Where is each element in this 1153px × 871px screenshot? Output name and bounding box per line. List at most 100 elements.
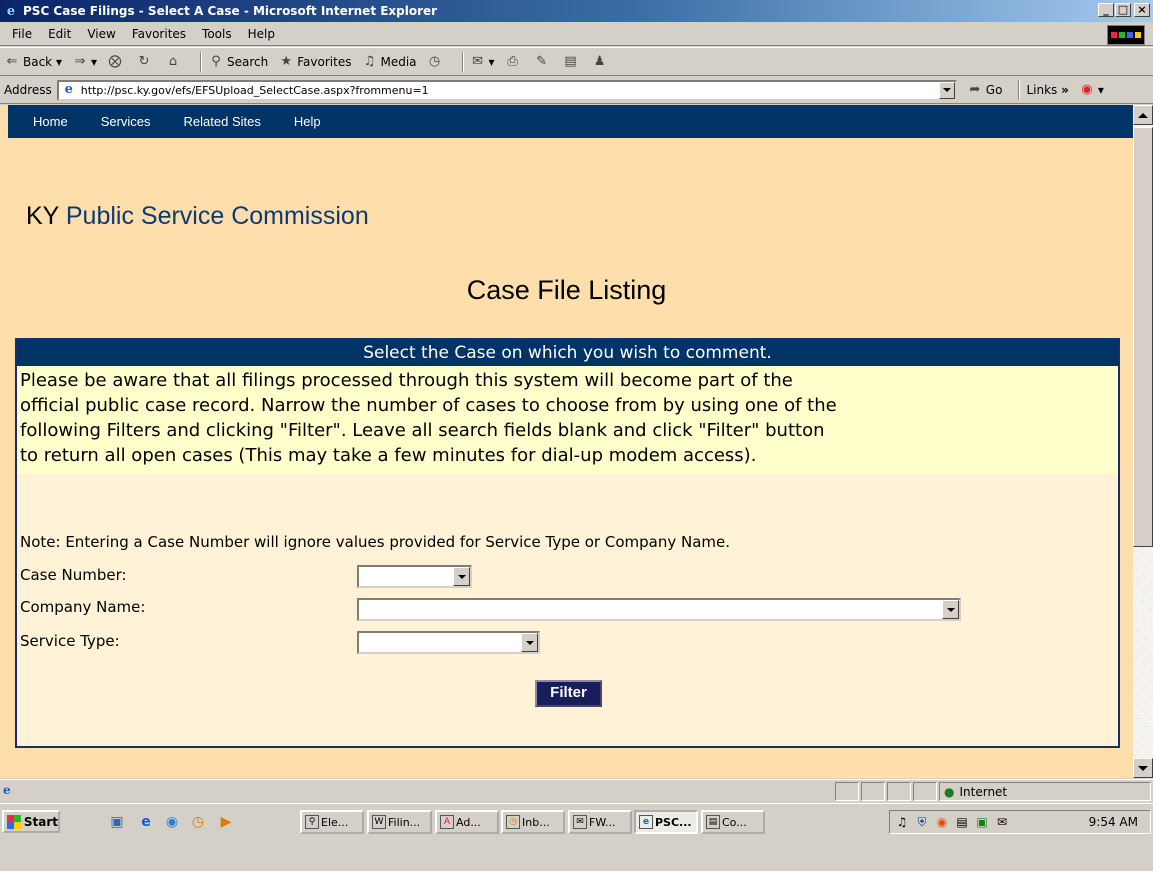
mail-tray-icon[interactable]: ✉ — [994, 814, 1010, 830]
media-icon: ♫ — [363, 53, 376, 69]
toolbar-separator — [200, 51, 203, 72]
taskbar-button[interactable]: ✉ FW... — [568, 810, 632, 834]
search-button[interactable]: ⚲ Search — [208, 54, 268, 70]
task-label: FW... — [589, 815, 616, 829]
print-button[interactable]: ⎙ — [505, 54, 524, 70]
taskbar-button[interactable]: ⚲ Ele... — [300, 810, 364, 834]
chevron-down-icon — [525, 640, 534, 645]
messenger-button[interactable]: ♟ — [592, 54, 611, 70]
menu-edit[interactable]: Edit — [40, 27, 79, 41]
favorites-icon: ★ — [280, 53, 293, 69]
compose-icon: ▤ — [706, 815, 720, 829]
volume-icon[interactable]: ♫ — [894, 814, 910, 830]
forward-button[interactable]: ⇒ ▾ — [72, 54, 97, 70]
update-icon[interactable]: ▣ — [974, 814, 990, 830]
history-icon: ◷ — [428, 53, 441, 69]
nav-help[interactable]: Help — [294, 114, 321, 129]
messenger-tray-icon[interactable]: ◉ — [934, 814, 950, 830]
case-number-select[interactable] — [357, 565, 472, 588]
calendar-launch-icon[interactable]: ◷ — [189, 813, 207, 831]
refresh-button[interactable]: ↻ — [136, 54, 155, 70]
minimize-button[interactable]: _ — [1098, 3, 1114, 17]
explorer-icon: ⚲ — [305, 815, 319, 829]
intro-line: Please be aware that all filings process… — [20, 370, 793, 391]
back-button[interactable]: ⇐ Back ▾ — [4, 54, 62, 70]
network-icon[interactable]: ▤ — [954, 814, 970, 830]
nav-related-sites[interactable]: Related Sites — [184, 114, 261, 129]
links-button[interactable]: Links » — [1026, 83, 1068, 97]
taskbar-button[interactable]: ▤ Co... — [701, 810, 765, 834]
case-number-label: Case Number: — [20, 566, 127, 584]
brand-name: Public Service Commission — [65, 202, 369, 230]
windows-logo-icon — [1107, 25, 1145, 45]
media-button[interactable]: ♫ Media — [361, 53, 417, 70]
menu-tools[interactable]: Tools — [194, 27, 240, 41]
back-label: Back — [23, 54, 53, 69]
company-name-dropdown-button[interactable] — [942, 600, 959, 619]
chevron-down-icon — [946, 607, 955, 612]
nav-services[interactable]: Services — [101, 114, 151, 129]
maximize-button[interactable]: □ — [1115, 3, 1131, 17]
taskbar-button[interactable]: W Filin... — [367, 810, 432, 834]
page-icon: e — [64, 82, 73, 97]
site-nav: Home Services Related Sites Help — [8, 105, 1133, 138]
go-button[interactable]: ➦ Go — [967, 82, 1002, 98]
intro-line: to return all open cases (This may take … — [20, 445, 757, 466]
inbox-icon: ◷ — [506, 815, 520, 829]
case-number-dropdown-button[interactable] — [453, 567, 470, 586]
scroll-thumb[interactable] — [1133, 127, 1153, 547]
status-pane — [861, 782, 885, 801]
address-url[interactable]: http://psc.ky.gov/efs/EFSUpload_SelectCa… — [81, 84, 429, 97]
status-pane — [835, 782, 859, 801]
scroll-up-button[interactable] — [1133, 105, 1153, 125]
history-button[interactable]: ◷ — [427, 54, 446, 70]
scroll-down-button[interactable] — [1133, 758, 1153, 778]
clock: 9:54 AM — [1088, 815, 1138, 829]
refresh-icon: ↻ — [138, 53, 150, 69]
start-button[interactable]: Start — [2, 810, 60, 833]
service-type-dropdown-button[interactable] — [521, 633, 538, 652]
edit-button[interactable]: ✎ — [534, 54, 553, 70]
taskbar-button[interactable]: A Ad... — [435, 810, 499, 834]
taskbar-button[interactable]: ◷ Inb... — [501, 810, 565, 834]
site-brand: KY Public Service Commission — [26, 202, 369, 231]
close-button[interactable]: × — [1134, 3, 1150, 17]
company-name-select[interactable] — [357, 598, 961, 621]
home-button[interactable]: ⌂ — [165, 54, 184, 70]
nav-home[interactable]: Home — [33, 114, 68, 129]
system-tray: ♫ ⛨ ◉ ▤ ▣ ✉ 9:54 AM — [889, 810, 1151, 834]
address-input[interactable]: e http://psc.ky.gov/efs/EFSUpload_Select… — [56, 79, 957, 101]
vertical-scrollbar[interactable] — [1133, 105, 1153, 778]
stop-button[interactable]: ⨂ — [107, 54, 126, 70]
antivirus-icon[interactable]: ⛨ — [914, 814, 930, 830]
service-type-label: Service Type: — [20, 632, 120, 650]
media-player-icon[interactable]: ▶ — [217, 813, 235, 831]
menu-view[interactable]: View — [79, 27, 123, 41]
address-dropdown-button[interactable] — [938, 81, 955, 99]
acrobat-icon: A — [440, 815, 454, 829]
service-type-select[interactable] — [357, 631, 540, 654]
intro-line: following Filters and clicking "Filter".… — [20, 420, 825, 441]
outlook-launch-icon[interactable]: ◉ — [163, 813, 181, 831]
menu-file[interactable]: File — [4, 27, 40, 41]
mail-button[interactable]: ✉ ▾ — [470, 54, 494, 70]
show-desktop-icon[interactable]: ▣ — [108, 813, 126, 831]
toolbar-separator — [1018, 80, 1021, 100]
taskbar-button-active[interactable]: e PSC... — [634, 810, 698, 834]
panel-header: Select the Case on which you wish to com… — [17, 340, 1118, 366]
task-label: Inb... — [522, 815, 550, 829]
translate-button[interactable]: ◉ ▾ — [1079, 82, 1104, 98]
globe-icon: ● — [944, 784, 955, 799]
ie-launch-icon[interactable]: e — [137, 813, 155, 831]
favorites-button[interactable]: ★ Favorites — [278, 54, 351, 70]
taskbar: Start ▣ e ◉ ◷ ▶ ⚲ Ele... W Filin... A Ad...… — [0, 803, 1153, 871]
page-title: Case File Listing — [466, 275, 667, 305]
back-icon: ⇐ — [6, 53, 18, 69]
word-icon: W — [372, 815, 386, 829]
menu-help[interactable]: Help — [240, 27, 283, 41]
ie-page-icon: e — [3, 783, 11, 797]
filter-button[interactable]: Filter — [535, 680, 602, 707]
menu-favorites[interactable]: Favorites — [124, 27, 194, 41]
discuss-button[interactable]: ▤ — [563, 54, 582, 70]
discuss-icon: ▤ — [564, 53, 577, 69]
